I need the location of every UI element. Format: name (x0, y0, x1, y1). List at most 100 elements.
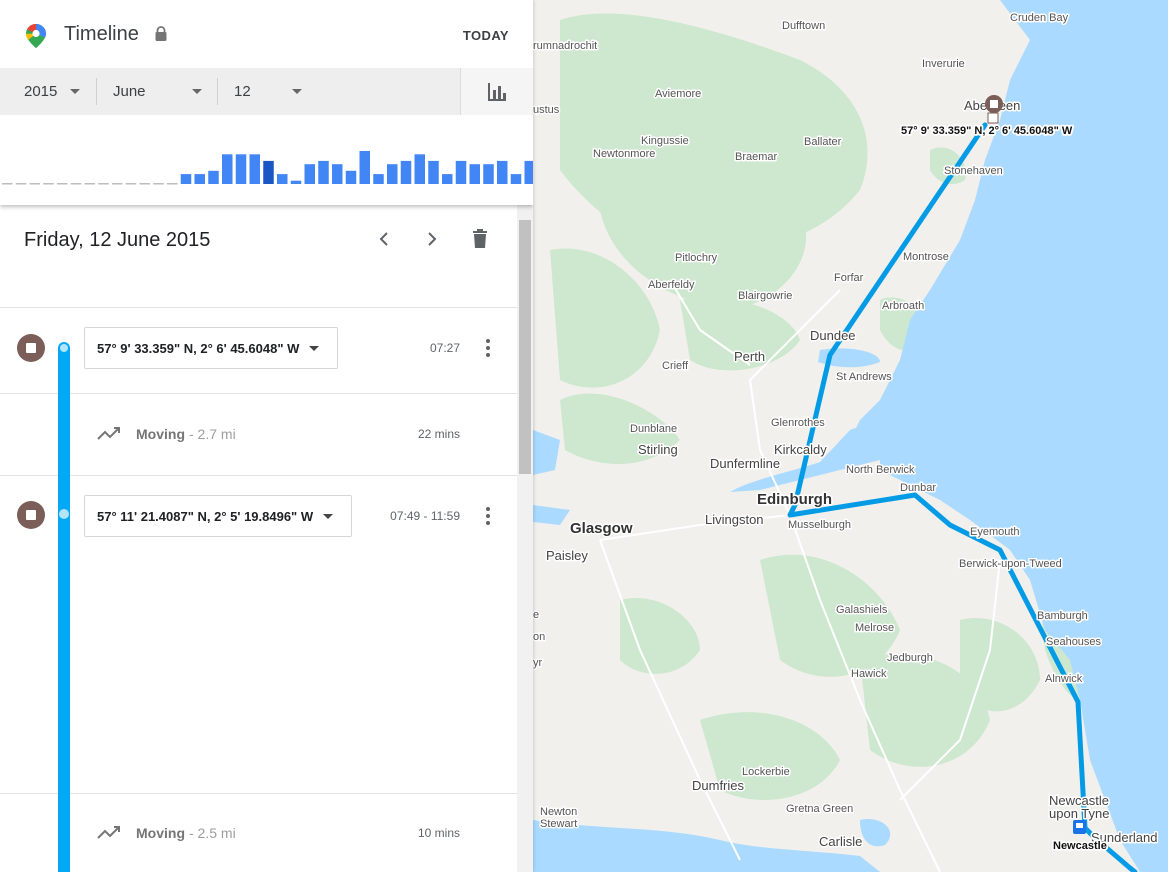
histogram-empty-day[interactable] (57, 183, 68, 185)
histogram-empty-day[interactable] (84, 183, 96, 185)
map-label: Cruden Bay (1010, 12, 1069, 24)
histogram-bar[interactable] (524, 160, 534, 184)
month-value: June (113, 83, 146, 100)
divider (0, 393, 517, 394)
map-label: Braemar (735, 151, 778, 163)
histogram-empty-day[interactable] (70, 183, 82, 185)
map-label: Edinburgh (757, 491, 832, 508)
more-vert-icon[interactable] (478, 504, 498, 528)
map-label: Melrose (855, 622, 894, 634)
trending-icon (97, 826, 120, 839)
map-label: Gretna Green (786, 803, 853, 815)
place-visit-icon (17, 334, 45, 362)
map-label: Carlisle (819, 834, 862, 849)
map-label: Kingussie (641, 135, 689, 147)
map-label: Aviemore (655, 88, 701, 100)
map-label: upon Tyne (1049, 806, 1109, 821)
histogram-bar[interactable] (208, 170, 219, 184)
histogram-bar[interactable] (304, 164, 316, 184)
place-selector[interactable]: 57° 9' 33.359" N, 2° 6' 45.6048" W (84, 327, 339, 369)
histogram-empty-day[interactable] (15, 183, 27, 185)
histogram-empty-day[interactable] (43, 183, 54, 185)
map-label: Livingston (705, 512, 764, 527)
histogram-bar[interactable] (469, 164, 481, 184)
histogram-bar[interactable] (455, 160, 467, 184)
histogram-bar[interactable] (414, 154, 426, 184)
histogram-bar[interactable] (332, 164, 343, 184)
day-select[interactable]: 12 (234, 68, 314, 115)
place-name: 57° 11' 21.4087" N, 2° 5' 19.8496" W (97, 508, 314, 524)
map-label: Eyemouth (970, 526, 1020, 538)
map-label: Ballater (804, 136, 842, 148)
delete-icon[interactable] (468, 227, 492, 251)
activity-label: Moving (136, 426, 185, 442)
trending-icon (97, 427, 120, 440)
histogram-empty-day[interactable] (153, 183, 164, 185)
histogram-bar[interactable] (194, 174, 206, 184)
moving-segment[interactable]: Moving - 2.5 mi (96, 823, 236, 843)
stats-button[interactable] (460, 68, 533, 115)
place-visit-icon (17, 501, 45, 529)
chevron-left-icon[interactable] (372, 227, 396, 251)
map-label: Blairgowrie (738, 290, 792, 302)
histogram-bar[interactable] (400, 160, 412, 184)
activity-label: Moving (136, 825, 185, 841)
month-select[interactable]: June (113, 68, 217, 115)
chevron-down-icon (192, 89, 202, 94)
histogram-bar[interactable] (510, 174, 522, 184)
histogram-empty-day[interactable] (98, 183, 109, 185)
map-label: Dumfries (692, 778, 745, 793)
map-label: e (533, 609, 539, 621)
histogram-bar[interactable] (235, 154, 247, 184)
map-label: Seahouses (1046, 636, 1102, 648)
moving-segment[interactable]: Moving - 2.7 mi (96, 424, 236, 444)
histogram-bar[interactable] (483, 164, 494, 184)
histogram-bar[interactable] (249, 154, 261, 184)
histogram-empty-day[interactable] (139, 183, 151, 185)
more-vert-icon[interactable] (478, 336, 498, 360)
divider (0, 793, 517, 794)
place-name: 57° 9' 33.359" N, 2° 6' 45.6048" W (97, 340, 300, 356)
histogram-bar[interactable] (290, 180, 302, 184)
histogram-bar[interactable] (373, 174, 384, 184)
map-label: Arbroath (882, 300, 924, 312)
histogram-empty-day[interactable] (29, 183, 41, 185)
map-label: Stonehaven (944, 165, 1003, 177)
map-label: St Andrews (836, 371, 892, 383)
histogram-bar-selected[interactable] (263, 160, 274, 184)
day-title: Friday, 12 June 2015 (24, 229, 211, 251)
today-button[interactable]: TODAY (463, 28, 509, 43)
histogram-bar[interactable] (277, 174, 288, 184)
histogram-empty-day[interactable] (125, 183, 137, 185)
histogram-bar[interactable] (318, 160, 329, 184)
histogram-empty-day[interactable] (167, 183, 178, 185)
map-label: Galashiels (836, 604, 888, 616)
histogram-bar[interactable] (345, 170, 357, 184)
map-label: Bamburgh (1037, 610, 1088, 622)
place-selector[interactable]: 57° 11' 21.4087" N, 2° 5' 19.8496" W (84, 495, 353, 537)
histogram-bar[interactable] (387, 164, 398, 184)
year-select[interactable]: 2015 (24, 68, 96, 115)
scrollbar-thumb[interactable] (519, 220, 531, 474)
map-label: Dunfermline (710, 456, 780, 471)
map-label: Forfar (834, 272, 864, 284)
chevron-down-icon (323, 513, 334, 519)
year-value: 2015 (24, 83, 58, 100)
histogram-bar[interactable] (222, 154, 233, 184)
activity-duration: 22 mins (417, 427, 460, 441)
histogram-bar[interactable] (180, 174, 192, 184)
histogram-bar[interactable] (428, 160, 439, 184)
histogram-bar[interactable] (442, 174, 453, 184)
histogram-empty-day[interactable] (112, 183, 123, 185)
histogram-bar[interactable] (497, 160, 508, 184)
map-label: Inverurie (922, 58, 965, 70)
chevron-right-icon[interactable] (420, 227, 444, 251)
map-label: Glasgow (570, 520, 633, 537)
map-label: Aberfeldy (648, 279, 695, 291)
marker-label: 57° 9' 33.359" N, 2° 6' 45.6048" W (901, 125, 1073, 137)
histogram-bar[interactable] (359, 151, 371, 184)
histogram-empty-day[interactable] (2, 183, 13, 185)
map-label: Stirling (638, 442, 678, 457)
activity-histogram[interactable] (0, 120, 533, 188)
map-label: on (533, 631, 545, 643)
